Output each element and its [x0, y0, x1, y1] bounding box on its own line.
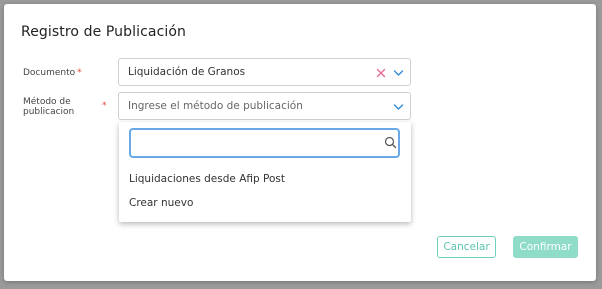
metodo-select[interactable]: Ingrese el método de publicación — [118, 92, 411, 120]
metodo-label: Método de publicacion — [23, 97, 75, 117]
chevron-down-icon[interactable] — [393, 103, 404, 111]
dropdown-search-input[interactable] — [129, 128, 400, 158]
dialog-title: Registro de Publicación — [21, 24, 187, 40]
metodo-placeholder: Ingrese el método de publicación — [128, 100, 303, 112]
metodo-dropdown: Liquidaciones desde Afip Post Crear nuev… — [119, 122, 411, 222]
documento-select[interactable]: Liquidación de Granos — [118, 58, 411, 86]
dropdown-option-crear-nuevo[interactable]: Crear nuevo — [129, 197, 193, 209]
documento-value: Liquidación de Granos — [128, 66, 246, 78]
dropdown-option-afip[interactable]: Liquidaciones desde Afip Post — [129, 173, 285, 185]
required-mark: * — [77, 68, 82, 78]
documento-label: Documento * — [23, 68, 82, 78]
search-icon[interactable] — [384, 136, 397, 149]
confirm-button[interactable]: Confirmar — [513, 236, 578, 258]
chevron-down-icon[interactable] — [393, 69, 404, 77]
metodo-required-mark: * — [100, 101, 107, 111]
clear-icon[interactable] — [376, 68, 386, 78]
required-mark: * — [102, 101, 107, 111]
documento-label-text: Documento — [23, 68, 76, 78]
publication-dialog: Registro de Publicación Documento * Liqui… — [4, 4, 596, 281]
cancel-button[interactable]: Cancelar — [437, 236, 496, 258]
